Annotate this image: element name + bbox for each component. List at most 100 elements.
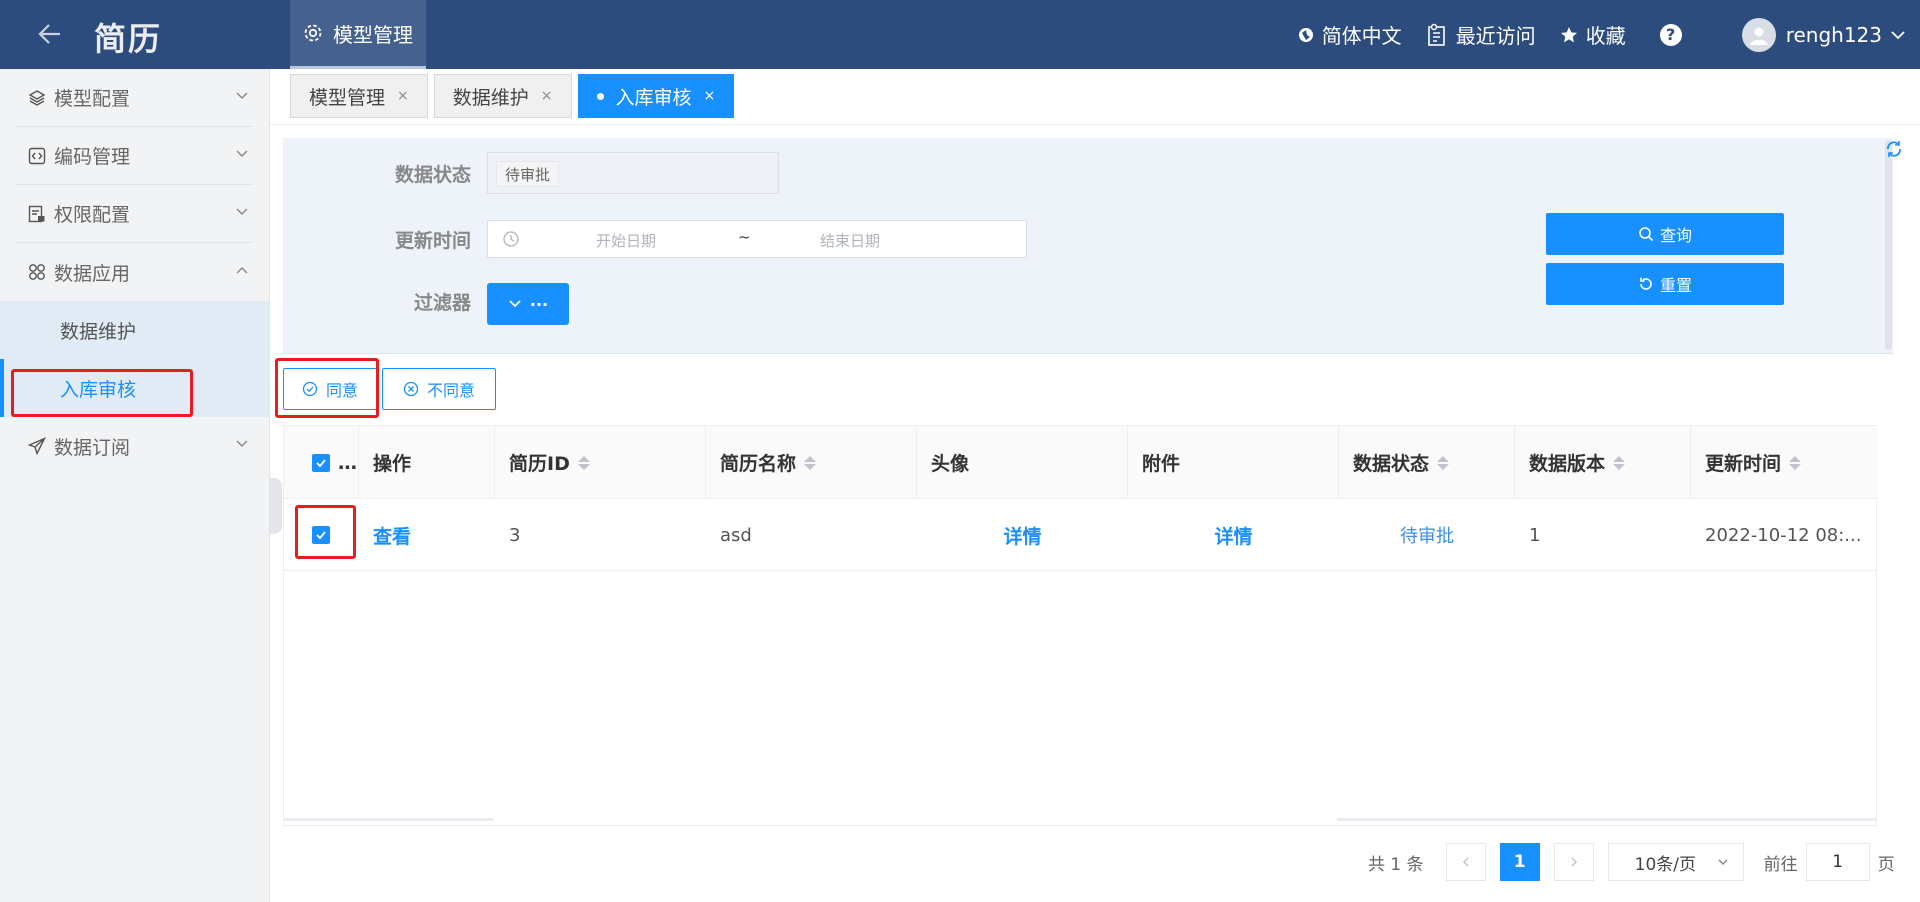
avatar[interactable] bbox=[1741, 17, 1776, 52]
sort-icon[interactable] bbox=[1613, 455, 1626, 470]
sidebar-item-label: 权限配置 bbox=[54, 204, 131, 226]
view-link[interactable]: 查看 bbox=[359, 499, 495, 571]
close-icon[interactable]: × bbox=[397, 88, 409, 104]
goto-page-input[interactable]: 1 bbox=[1805, 843, 1870, 881]
query-button[interactable]: 查询 bbox=[1546, 213, 1784, 255]
sidebar-item-data-app[interactable]: 数据应用 bbox=[16, 243, 253, 301]
header-module-tab[interactable]: 模型管理 bbox=[290, 0, 426, 69]
prev-page-button[interactable] bbox=[1445, 843, 1486, 881]
end-date-input[interactable]: 结束日期 bbox=[820, 230, 880, 251]
favorites-label: 收藏 bbox=[1585, 24, 1626, 48]
tab-label: 入库审核 bbox=[615, 86, 692, 109]
cell-name: asd bbox=[720, 524, 752, 546]
tab-model-mgmt[interactable]: 模型管理 × bbox=[290, 74, 428, 118]
language-switch[interactable]: 简体中文 bbox=[1298, 20, 1402, 49]
cell-id: 3 bbox=[509, 524, 521, 546]
status-label: 数据状态 bbox=[395, 164, 472, 186]
sidebar-collapse-handle[interactable] bbox=[270, 478, 282, 534]
refresh-icon[interactable] bbox=[1884, 139, 1904, 159]
next-page-button[interactable] bbox=[1553, 843, 1594, 881]
recent-visits[interactable]: 最近访问 bbox=[1426, 20, 1536, 49]
col-avatar: 头像 bbox=[917, 426, 1128, 499]
page-size-label: 10条/页 bbox=[1634, 854, 1696, 875]
user-icon bbox=[1749, 27, 1768, 45]
sidebar-item-label: 数据应用 bbox=[54, 262, 131, 285]
status-tag: 待审批 bbox=[496, 161, 560, 187]
help-icon[interactable]: ? bbox=[1659, 23, 1682, 46]
grid-icon bbox=[29, 264, 45, 280]
check-icon bbox=[316, 458, 326, 467]
close-icon[interactable]: × bbox=[704, 88, 716, 104]
col-name[interactable]: 简历名称 bbox=[706, 426, 917, 499]
col-version-label: 数据版本 bbox=[1529, 453, 1606, 475]
start-date-input[interactable]: 开始日期 bbox=[596, 230, 656, 251]
page-size-select[interactable]: 10条/页 bbox=[1607, 843, 1744, 881]
avatar-detail-link[interactable]: 详情 bbox=[917, 499, 1128, 571]
cell-updated: 2022-10-12 08:... bbox=[1705, 524, 1862, 546]
attachment-detail-link[interactable]: 详情 bbox=[1128, 499, 1339, 571]
gear-icon bbox=[304, 24, 322, 42]
tab-data-maintenance[interactable]: 数据维护 × bbox=[433, 74, 572, 118]
table-header: … 操作 简历ID 简历名称 头像 附件 数据状态 数据版本 更新时间 bbox=[284, 426, 1878, 499]
table-row: 查看 3 asd 详情 详情 待审批 1 2022-10-12 08:... bbox=[284, 499, 1878, 571]
col-id[interactable]: 简历ID bbox=[495, 426, 706, 499]
back-arrow-icon[interactable] bbox=[36, 18, 64, 50]
goto-label: 前往 bbox=[1763, 854, 1798, 875]
reject-button[interactable]: 不同意 bbox=[382, 368, 496, 410]
table-scrollbar-left[interactable] bbox=[284, 818, 494, 821]
col-updated[interactable]: 更新时间 bbox=[1691, 426, 1878, 499]
top-header: 简历 模型管理 简体中文 最近访问 收藏 ? rengh123 bbox=[0, 0, 1920, 69]
code-icon bbox=[28, 147, 46, 164]
filter-more-label: ··· bbox=[529, 294, 549, 314]
col-status[interactable]: 数据状态 bbox=[1339, 426, 1515, 499]
col-op-label: 操作 bbox=[373, 453, 412, 475]
sidebar-item-code-mgmt[interactable]: 编码管理 bbox=[16, 127, 253, 185]
clipboard-icon bbox=[1427, 23, 1445, 46]
col-id-label: 简历ID bbox=[509, 453, 570, 475]
close-icon[interactable]: × bbox=[541, 88, 553, 104]
col-checkbox-label: … bbox=[338, 451, 357, 474]
table-scrollbar-right[interactable] bbox=[1337, 818, 1877, 821]
active-dot-icon bbox=[596, 92, 604, 100]
col-checkbox[interactable]: … bbox=[284, 426, 359, 499]
col-status-label: 数据状态 bbox=[1353, 453, 1430, 475]
date-range-picker[interactable]: 开始日期 ~ 结束日期 bbox=[487, 220, 1027, 258]
filter-dropdown-button[interactable]: ··· bbox=[487, 283, 569, 325]
col-name-label: 简历名称 bbox=[720, 453, 797, 475]
sidebar-item-data-subscription[interactable]: 数据订阅 bbox=[16, 417, 253, 475]
select-all-checkbox[interactable] bbox=[312, 453, 330, 472]
chevron-down-icon[interactable] bbox=[1890, 27, 1906, 43]
filter-scrollbar[interactable] bbox=[1885, 140, 1892, 350]
reset-button[interactable]: 重置 bbox=[1546, 263, 1784, 305]
sort-icon[interactable] bbox=[1789, 455, 1802, 470]
chevron-down-icon bbox=[236, 92, 248, 99]
sidebar-item-model-config[interactable]: 模型配置 bbox=[16, 69, 253, 127]
sidebar-subitem-data-maintenance[interactable]: 数据维护 bbox=[0, 301, 269, 359]
layers-icon bbox=[28, 89, 46, 106]
sort-icon[interactable] bbox=[577, 455, 590, 470]
sort-icon[interactable] bbox=[1437, 455, 1450, 470]
col-op: 操作 bbox=[359, 426, 495, 499]
chevron-down-icon bbox=[236, 440, 248, 447]
chevron-down-icon bbox=[509, 300, 521, 308]
sort-icon[interactable] bbox=[804, 455, 817, 470]
recent-label: 最近访问 bbox=[1455, 24, 1536, 48]
sidebar-item-permission-config[interactable]: 权限配置 bbox=[16, 185, 253, 243]
header-right: 简体中文 最近访问 收藏 ? rengh123 bbox=[1298, 0, 1920, 69]
page-number-current[interactable]: 1 bbox=[1499, 843, 1540, 881]
sidebar-item-label: 编码管理 bbox=[54, 146, 131, 168]
tab-storage-review[interactable]: 入库审核 × bbox=[577, 74, 735, 118]
status-select[interactable]: 待审批 bbox=[487, 152, 779, 194]
refresh-icon bbox=[1640, 277, 1652, 290]
col-version[interactable]: 数据版本 bbox=[1515, 426, 1691, 499]
tab-label: 模型管理 bbox=[309, 86, 386, 109]
send-icon bbox=[28, 437, 46, 455]
reject-label: 不同意 bbox=[426, 381, 475, 400]
tabbar: 模型管理 × 数据维护 × 入库审核 × bbox=[290, 74, 735, 118]
x-circle-icon bbox=[403, 381, 419, 397]
favorites[interactable]: 收藏 bbox=[1560, 20, 1626, 49]
clock-icon bbox=[503, 231, 519, 247]
username[interactable]: rengh123 bbox=[1786, 23, 1882, 47]
chevron-down-icon bbox=[1718, 859, 1728, 866]
filter-label: 过滤器 bbox=[414, 292, 472, 314]
